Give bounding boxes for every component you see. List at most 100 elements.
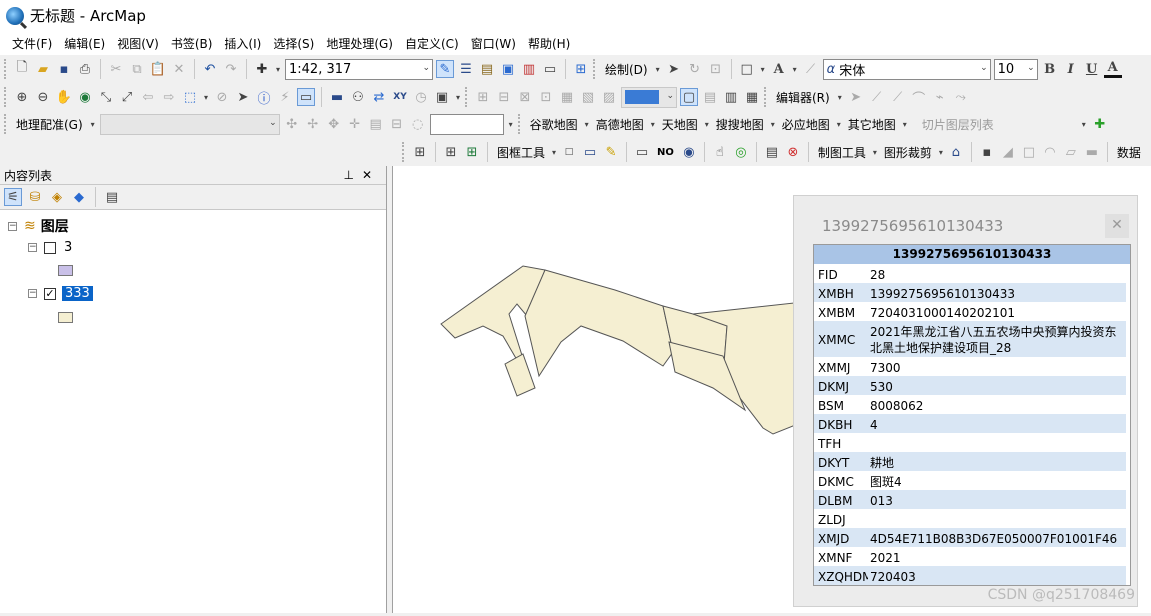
save-icon[interactable]: ▪ xyxy=(55,60,73,78)
dropdown-arrow-icon[interactable]: ▾ xyxy=(902,115,908,133)
clear-selection-icon[interactable]: ⊘ xyxy=(213,88,231,106)
collapse-icon[interactable]: − xyxy=(8,222,17,231)
google-map-menu[interactable]: 谷歌地图 xyxy=(527,116,581,133)
add-tile-icon[interactable]: ✚ xyxy=(1091,115,1109,133)
fixed-zoom-in-icon[interactable]: ⤡ xyxy=(97,88,115,106)
layer-symbol-swatch[interactable] xyxy=(58,312,73,323)
font-name-combo[interactable]: α 宋体 ⌄ xyxy=(823,59,991,80)
identify-icon[interactable]: ⓘ xyxy=(255,88,273,106)
menu-customize[interactable]: 自定义(C) xyxy=(399,35,465,52)
home-shape-icon[interactable]: ⌂ xyxy=(947,143,965,161)
python-window-icon[interactable]: ▭ xyxy=(541,60,559,78)
viewer-window-icon[interactable]: ▣ xyxy=(433,88,451,106)
hyperlink-icon[interactable]: ⚡ xyxy=(276,88,294,106)
zoom-whole-page-icon[interactable]: ⊡ xyxy=(707,60,725,78)
gaode-map-menu[interactable]: 高德地图 xyxy=(593,116,647,133)
bing-map-menu[interactable]: 必应地图 xyxy=(779,116,833,133)
font-color-button[interactable]: A xyxy=(1104,60,1122,78)
full-extent-globe-icon[interactable]: ◉ xyxy=(76,88,94,106)
data-driven-pages-icon[interactable]: ▦ xyxy=(743,88,761,106)
add-control-points-icon[interactable]: ✛ xyxy=(346,115,364,133)
straight-segment-icon[interactable]: ⟋ xyxy=(889,88,907,106)
eraser-icon[interactable]: ◢ xyxy=(999,143,1017,161)
dropdown-arrow-icon[interactable]: ▾ xyxy=(836,115,842,133)
layer-item[interactable]: − 3 xyxy=(28,240,74,255)
dropdown-arrow-icon[interactable]: ▾ xyxy=(770,115,776,133)
text-icon[interactable]: A xyxy=(770,60,788,78)
go-back-icon[interactable]: ⇦ xyxy=(139,88,157,106)
delete-icon[interactable]: ✕ xyxy=(170,60,188,78)
search-globe-icon[interactable]: ◉ xyxy=(680,143,698,161)
menu-file[interactable]: 文件(F) xyxy=(6,35,58,52)
arctoolbox-icon[interactable]: ▥ xyxy=(520,60,538,78)
text-dropdown-icon[interactable]: ▾ xyxy=(791,60,799,78)
georef-text-dropdown-icon[interactable]: ▾ xyxy=(507,115,515,133)
edit-vertices2-icon[interactable]: ⌁ xyxy=(931,88,949,106)
menu-insert[interactable]: 插入(I) xyxy=(218,35,267,52)
grid-icon[interactable]: ⊞ xyxy=(411,143,429,161)
shift-georef-icon[interactable]: ✢ xyxy=(304,115,322,133)
toggle-draft-mode-icon[interactable]: ▢ xyxy=(680,88,698,106)
editor-dropdown-icon[interactable]: ▾ xyxy=(836,88,844,106)
add-data-icon[interactable]: ✚ xyxy=(253,60,271,78)
hand-cursor-icon[interactable]: ☝ xyxy=(711,143,729,161)
pin-icon[interactable]: ⊥ xyxy=(343,168,361,182)
frame-add-icon[interactable]: ⊞ xyxy=(463,143,481,161)
edit-tool-icon[interactable]: ➤ xyxy=(847,88,865,106)
tile-layer-list[interactable]: 切片图层列表 xyxy=(919,116,1077,133)
parcel-polygon[interactable] xyxy=(505,354,535,396)
georef-options-icon[interactable]: ◌ xyxy=(409,115,427,133)
copy-icon[interactable]: ⧉ xyxy=(128,60,146,78)
frame-icon[interactable]: ⊞ xyxy=(442,143,460,161)
layers-root[interactable]: − ≋ 图层 xyxy=(8,216,69,236)
open-folder-icon[interactable]: ▰ xyxy=(34,60,52,78)
layer-visibility-checkbox[interactable] xyxy=(44,242,56,254)
layout-tool-3-icon[interactable]: ⊠ xyxy=(516,88,534,106)
menu-geoprocessing[interactable]: 地理处理(G) xyxy=(320,35,399,52)
layout-tool-4-icon[interactable]: ⊡ xyxy=(537,88,555,106)
menu-help[interactable]: 帮助(H) xyxy=(522,35,576,52)
fixed-zoom-out-icon[interactable]: ⤢ xyxy=(118,88,136,106)
map-scale-combo[interactable]: 1:42, 317 ⌄ xyxy=(285,59,433,80)
data-menu[interactable]: 数据 xyxy=(1114,144,1144,161)
go-forward-icon[interactable]: ⇨ xyxy=(160,88,178,106)
small-square-icon[interactable]: □ xyxy=(560,143,578,161)
italic-button[interactable]: I xyxy=(1062,60,1080,78)
pen-tool-icon[interactable]: ✎ xyxy=(602,143,620,161)
font-size-combo[interactable]: 10 ⌄ xyxy=(994,59,1038,80)
bold-button[interactable]: B xyxy=(1041,60,1059,78)
dropdown-arrow-icon[interactable]: ▾ xyxy=(650,115,656,133)
dropdown-arrow-icon[interactable]: ▾ xyxy=(551,143,557,161)
frame-tools-menu[interactable]: 图框工具 xyxy=(494,144,548,161)
zoom-in-icon[interactable]: ⊕ xyxy=(13,88,31,106)
measure-icon[interactable]: ▬ xyxy=(328,88,346,106)
layer-item[interactable]: − ✓ 333 xyxy=(28,286,93,301)
table-of-contents-icon[interactable]: ☰ xyxy=(457,60,475,78)
bar-icon[interactable]: ▬ xyxy=(1083,143,1101,161)
other-map-menu[interactable]: 其它地图 xyxy=(845,116,899,133)
menu-windows[interactable]: 窗口(W) xyxy=(465,35,522,52)
table-icon[interactable]: ▤ xyxy=(763,143,781,161)
pan-hand-icon[interactable]: ✋ xyxy=(55,88,73,106)
list-by-source-icon[interactable]: ⛁ xyxy=(26,188,44,206)
layer-visibility-checkbox[interactable]: ✓ xyxy=(44,288,56,300)
new-document-icon[interactable]: 🗋 xyxy=(13,60,31,78)
stop-icon[interactable]: ⊗ xyxy=(784,143,802,161)
georef-dropdown-icon[interactable]: ▾ xyxy=(89,115,97,133)
print-icon[interactable]: ⎙ xyxy=(76,60,94,78)
zoom-out-icon[interactable]: ⊖ xyxy=(34,88,52,106)
find-route-icon[interactable]: ⇄ xyxy=(370,88,388,106)
modelbuilder-icon[interactable]: ⊞ xyxy=(572,60,590,78)
save-disk-icon[interactable]: ▪ xyxy=(978,143,996,161)
monitor-icon[interactable]: ▭ xyxy=(581,143,599,161)
layout-tool-2-icon[interactable]: ⊟ xyxy=(495,88,513,106)
rotate-georef-icon[interactable]: ✣ xyxy=(283,115,301,133)
georeferencing-menu[interactable]: 地理配准(G) xyxy=(13,116,86,133)
layout-zoom-combo[interactable]: ⌄ xyxy=(621,87,677,108)
layout-tool-5-icon[interactable]: ▦ xyxy=(558,88,576,106)
rectangle-icon[interactable]: □ xyxy=(738,60,756,78)
collapse-icon[interactable]: − xyxy=(28,243,37,252)
list-by-selection-icon[interactable]: ◆ xyxy=(70,188,88,206)
rotate-icon[interactable]: ↻ xyxy=(686,60,704,78)
map-tools-menu[interactable]: 制图工具 xyxy=(815,144,869,161)
